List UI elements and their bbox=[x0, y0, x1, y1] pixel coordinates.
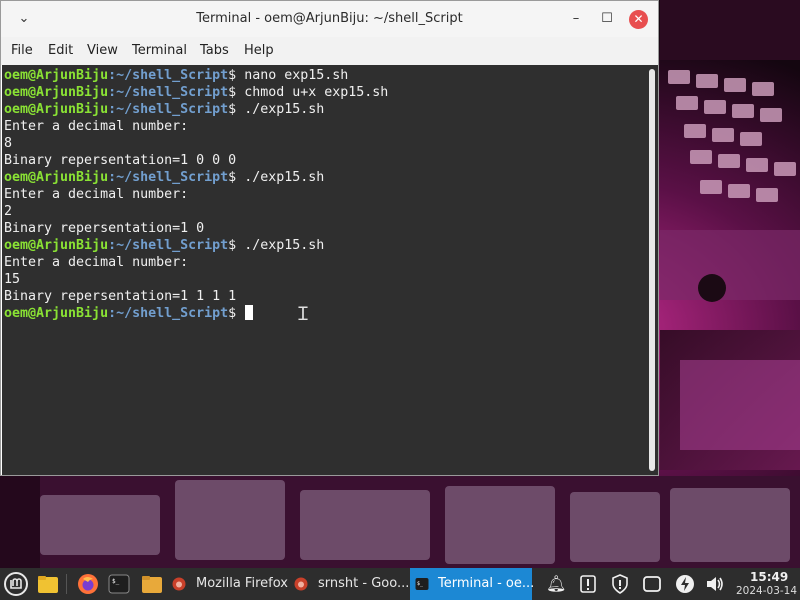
scrollbar-thumb[interactable] bbox=[649, 69, 655, 471]
terminal-icon: $_ bbox=[415, 578, 429, 590]
window-title: Terminal - oem@ArjunBiju: ~/shell_Script bbox=[196, 11, 463, 26]
task-label: Terminal - oe... bbox=[438, 576, 535, 591]
prompt-path: :~/shell_Script bbox=[108, 68, 229, 83]
terminal-output-line: 8 bbox=[4, 135, 388, 152]
output-text: 2 bbox=[4, 204, 13, 219]
svg-text:$_: $_ bbox=[112, 578, 120, 585]
task-label: Mozilla Firefox bbox=[196, 576, 288, 591]
firefox-icon bbox=[172, 577, 186, 591]
prompt-path: :~/shell_Script bbox=[108, 238, 229, 253]
task-terminal[interactable]: $_ Terminal - oe... bbox=[410, 568, 535, 600]
command-text: ./exp15.sh bbox=[244, 102, 325, 117]
command-text: chmod u+x exp15.sh bbox=[244, 85, 389, 100]
window-switcher-icon[interactable] bbox=[642, 574, 662, 594]
terminal-prompt-line: oem@ArjunBiju:~/shell_Script$ ./exp15.sh bbox=[4, 169, 388, 186]
terminal-output[interactable]: oem@ArjunBiju:~/shell_Script$ nano exp15… bbox=[2, 65, 645, 475]
browser-icon bbox=[294, 577, 308, 591]
prompt-user: oem@ArjunBiju bbox=[4, 238, 109, 253]
output-text: Binary repersentation=1 1 1 1 bbox=[4, 289, 237, 304]
prompt-path: :~/shell_Script bbox=[108, 102, 229, 117]
window-titlebar[interactable]: ⌄ Terminal - oem@ArjunBiju: ~/shell_Scri… bbox=[1, 1, 658, 37]
terminal-output-line: Enter a decimal number: bbox=[4, 186, 388, 203]
command-text: ./exp15.sh bbox=[244, 238, 325, 253]
prompt-user: oem@ArjunBiju bbox=[4, 306, 109, 321]
command-text: ./exp15.sh bbox=[244, 170, 325, 185]
terminal-prompt-line: oem@ArjunBiju:~/shell_Script$ ./exp15.sh bbox=[4, 101, 388, 118]
power-icon[interactable] bbox=[675, 574, 695, 594]
clock-date[interactable]: 2024-03-14 bbox=[736, 585, 797, 597]
terminal-output-line: Binary repersentation=1 0 bbox=[4, 220, 388, 237]
menu-view[interactable]: View bbox=[87, 43, 118, 58]
prompt-symbol: $ bbox=[228, 170, 245, 185]
terminal-output-line: Enter a decimal number: bbox=[4, 254, 388, 271]
prompt-symbol: $ bbox=[228, 68, 245, 83]
close-button[interactable]: ✕ bbox=[629, 10, 648, 29]
menu-tabs[interactable]: Tabs bbox=[200, 43, 229, 58]
prompt-symbol: $ bbox=[228, 306, 245, 321]
output-text: Enter a decimal number: bbox=[4, 255, 189, 270]
prompt-symbol: $ bbox=[228, 102, 245, 117]
command-text: nano exp15.sh bbox=[244, 68, 349, 83]
output-text: Binary repersentation=1 0 0 0 bbox=[4, 153, 237, 168]
terminal-lines: oem@ArjunBiju:~/shell_Script$ nano exp15… bbox=[4, 67, 388, 322]
prompt-user: oem@ArjunBiju bbox=[4, 68, 109, 83]
taskbar: $_ Mozilla Firefox srnsht - Goo... $_ Te… bbox=[0, 568, 800, 600]
mint-menu-icon[interactable] bbox=[4, 572, 28, 596]
menu-terminal[interactable]: Terminal bbox=[132, 43, 187, 58]
terminal-cursor bbox=[245, 305, 254, 320]
shield-icon[interactable] bbox=[610, 574, 630, 594]
prompt-user: oem@ArjunBiju bbox=[4, 102, 109, 117]
terminal-prompt-line: oem@ArjunBiju:~/shell_Script$ ./exp15.sh bbox=[4, 237, 388, 254]
output-text: Enter a decimal number: bbox=[4, 187, 189, 202]
terminal-output-line: 2 bbox=[4, 203, 388, 220]
terminal-output-line: Binary repersentation=1 0 0 0 bbox=[4, 152, 388, 169]
prompt-user: oem@ArjunBiju bbox=[4, 85, 109, 100]
menu-edit[interactable]: Edit bbox=[48, 43, 73, 58]
prompt-path: :~/shell_Script bbox=[108, 306, 229, 321]
prompt-path: :~/shell_Script bbox=[108, 170, 229, 185]
prompt-symbol: $ bbox=[228, 238, 245, 253]
terminal-window: ⌄ Terminal - oem@ArjunBiju: ~/shell_Scri… bbox=[0, 0, 659, 476]
clock-time[interactable]: 15:49 bbox=[750, 570, 788, 584]
task-firefox[interactable]: Mozilla Firefox bbox=[168, 568, 288, 600]
output-text: Binary repersentation=1 0 bbox=[4, 221, 205, 236]
task-browser[interactable]: srnsht - Goo... bbox=[290, 568, 410, 600]
terminal-output-line: 15 bbox=[4, 271, 388, 288]
notifications-icon[interactable]: 🔔︎ bbox=[546, 574, 566, 594]
svg-text:$_: $_ bbox=[417, 581, 424, 587]
folder-icon[interactable] bbox=[141, 573, 163, 595]
terminal-scrollbar[interactable] bbox=[645, 65, 658, 475]
terminal-output-line: Enter a decimal number: bbox=[4, 118, 388, 135]
prompt-user: oem@ArjunBiju bbox=[4, 170, 109, 185]
output-text: Enter a decimal number: bbox=[4, 119, 189, 134]
output-text: 15 bbox=[4, 272, 21, 287]
update-manager-icon[interactable] bbox=[578, 574, 598, 594]
terminal-prompt-line: oem@ArjunBiju:~/shell_Script$ chmod u+x … bbox=[4, 84, 388, 101]
output-text: 8 bbox=[4, 136, 13, 151]
terminal-prompt-line: oem@ArjunBiju:~/shell_Script$ nano exp15… bbox=[4, 67, 388, 84]
maximize-button[interactable]: ☐ bbox=[598, 10, 616, 28]
menu-bar: File Edit View Terminal Tabs Help bbox=[1, 37, 658, 65]
terminal-prompt-line: oem@ArjunBiju:~/shell_Script$ bbox=[4, 305, 388, 322]
terminal-icon[interactable]: $_ bbox=[108, 573, 130, 595]
task-label: srnsht - Goo... bbox=[318, 576, 410, 591]
taskbar-separator bbox=[66, 574, 67, 594]
menu-help[interactable]: Help bbox=[244, 43, 274, 58]
menu-file[interactable]: File bbox=[11, 43, 33, 58]
prompt-symbol: $ bbox=[228, 85, 245, 100]
minimize-button[interactable]: – bbox=[567, 10, 585, 28]
prompt-path: :~/shell_Script bbox=[108, 85, 229, 100]
volume-icon[interactable] bbox=[705, 574, 725, 594]
terminal-output-line: Binary repersentation=1 1 1 1 bbox=[4, 288, 388, 305]
text-cursor-ibeam-icon: Ｉ bbox=[294, 304, 312, 325]
folder-icon[interactable] bbox=[37, 573, 59, 595]
firefox-icon[interactable] bbox=[77, 573, 99, 595]
